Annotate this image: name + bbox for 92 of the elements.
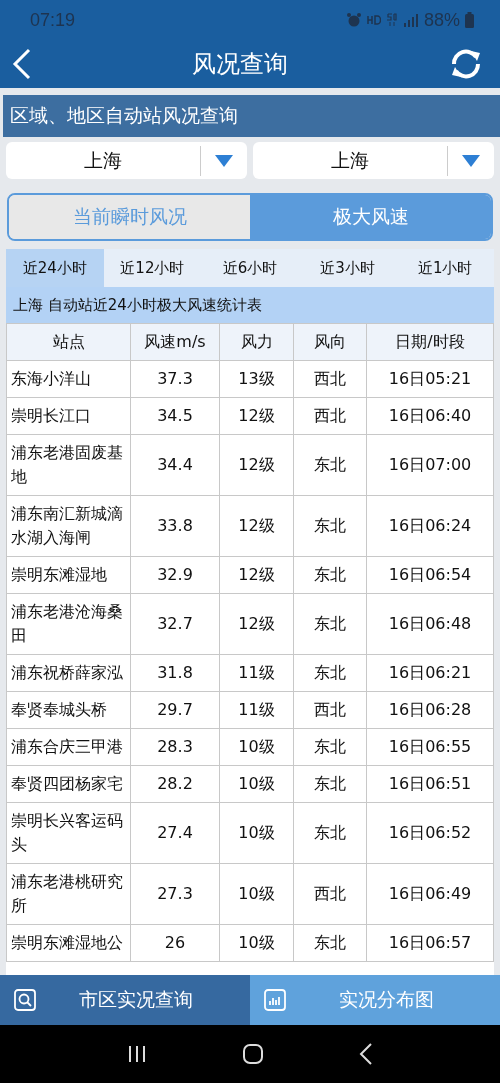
table-cell: 西北 — [293, 691, 367, 729]
time-range-tab[interactable]: 近24小时 — [6, 249, 104, 287]
table-cell: 浦东祝桥薛家泓 — [6, 654, 131, 692]
table-cell: 奉贤四团杨家宅 — [6, 765, 131, 803]
table-cell: 崇明长江口 — [6, 397, 131, 435]
table-cell: 27.4 — [130, 802, 220, 864]
table-cell: 东海小洋山 — [6, 360, 131, 398]
table-cell: 东北 — [293, 728, 367, 766]
table-cell: 31.8 — [130, 654, 220, 692]
table-cell: 浦东老港桃研究所 — [6, 863, 131, 925]
bar-chart-icon — [264, 989, 286, 1011]
caret-icon — [215, 154, 233, 167]
table-cell: 东北 — [293, 556, 367, 594]
table-cell: 东北 — [293, 654, 367, 692]
table-cell: 27.3 — [130, 863, 220, 925]
table-cell: 10级 — [219, 765, 294, 803]
table-cell: 12级 — [219, 593, 294, 655]
table-cell: 浦东老港固废基地 — [6, 434, 131, 496]
column-header: 风向 — [293, 323, 367, 361]
table-cell: 16日06:54 — [366, 556, 494, 594]
table-cell: 34.5 — [130, 397, 220, 435]
table-cell: 浦东南汇新城滴水湖入海闸 — [6, 495, 131, 557]
region-dropdown[interactable]: 上海 — [253, 142, 494, 179]
table-cell: 32.9 — [130, 556, 220, 594]
table-cell: 33.8 — [130, 495, 220, 557]
table-cell: 16日06:40 — [366, 397, 494, 435]
table-cell: 浦东老港沧海桑田 — [6, 593, 131, 655]
table-cell: 10级 — [219, 863, 294, 925]
battery-icon — [465, 12, 474, 28]
table-cell: 10级 — [219, 802, 294, 864]
battery-percent: 88% — [423, 9, 460, 31]
table-cell: 26 — [130, 924, 220, 962]
table-cell: 西北 — [293, 397, 367, 435]
table-cell: 12级 — [219, 397, 294, 435]
table-cell: 崇明东滩湿地公 — [6, 924, 131, 962]
page-title: 风况查询 — [192, 49, 288, 80]
table-cell: 16日06:55 — [366, 728, 494, 766]
caret-icon — [462, 154, 480, 167]
table-cell: 16日06:21 — [366, 654, 494, 692]
table-cell: 16日06:52 — [366, 802, 494, 864]
bottom-tab[interactable]: 市区实况查询 — [0, 975, 250, 1025]
hd-icon — [366, 15, 381, 25]
column-header: 风力 — [219, 323, 294, 361]
home-icon[interactable] — [242, 1043, 264, 1065]
table-cell: 东北 — [293, 802, 367, 864]
table-cell: 12级 — [219, 495, 294, 557]
table-cell: 10级 — [219, 924, 294, 962]
status-time: 07:19 — [30, 9, 76, 31]
table-cell: 16日06:28 — [366, 691, 494, 729]
back-icon[interactable] — [12, 48, 32, 80]
table-cell: 崇明东滩湿地 — [6, 556, 131, 594]
table-cell: 16日06:51 — [366, 765, 494, 803]
table-cell: 16日06:48 — [366, 593, 494, 655]
table-cell: 浦东合庆三甲港 — [6, 728, 131, 766]
table-cell: 16日05:21 — [366, 360, 494, 398]
table-cell: 13级 — [219, 360, 294, 398]
recent-apps-icon[interactable] — [127, 1045, 148, 1063]
table-cell: 10级 — [219, 728, 294, 766]
table-cell: 12级 — [219, 556, 294, 594]
table-cell: 28.2 — [130, 765, 220, 803]
search-icon — [14, 989, 36, 1011]
table-cell: 崇明长兴客运码头 — [6, 802, 131, 864]
column-header: 站点 — [6, 323, 131, 361]
table-cell: 16日06:24 — [366, 495, 494, 557]
table-cell: 16日06:49 — [366, 863, 494, 925]
table-cell: 东北 — [293, 924, 367, 962]
table-cell: 东北 — [293, 434, 367, 496]
network-icon — [385, 13, 398, 27]
table-cell: 34.4 — [130, 434, 220, 496]
column-header: 日期/时段 — [366, 323, 494, 361]
alarm-icon — [345, 12, 362, 28]
table-cell: 11级 — [219, 654, 294, 692]
table-cell: 西北 — [293, 863, 367, 925]
signal-icon — [402, 13, 419, 27]
table-cell: 东北 — [293, 765, 367, 803]
back-nav-icon[interactable] — [358, 1043, 373, 1065]
table-caption: 上海 自动站近24小时极大风速统计表 — [6, 287, 494, 323]
table-cell: 奉贤奉城头桥 — [6, 691, 131, 729]
table-cell: 37.3 — [130, 360, 220, 398]
table-cell: 东北 — [293, 495, 367, 557]
table-cell: 12级 — [219, 434, 294, 496]
table-cell: 32.7 — [130, 593, 220, 655]
table-cell: 西北 — [293, 360, 367, 398]
table-cell: 28.3 — [130, 728, 220, 766]
table-cell: 29.7 — [130, 691, 220, 729]
table-cell: 东北 — [293, 593, 367, 655]
region-dropdown[interactable]: 上海 — [6, 142, 247, 179]
table-cell: 16日06:57 — [366, 924, 494, 962]
table-cell: 16日07:00 — [366, 434, 494, 496]
section-title: 区域、地区自动站风况查询 — [3, 95, 500, 137]
column-header: 风速m/s — [130, 323, 220, 361]
table-cell: 11级 — [219, 691, 294, 729]
